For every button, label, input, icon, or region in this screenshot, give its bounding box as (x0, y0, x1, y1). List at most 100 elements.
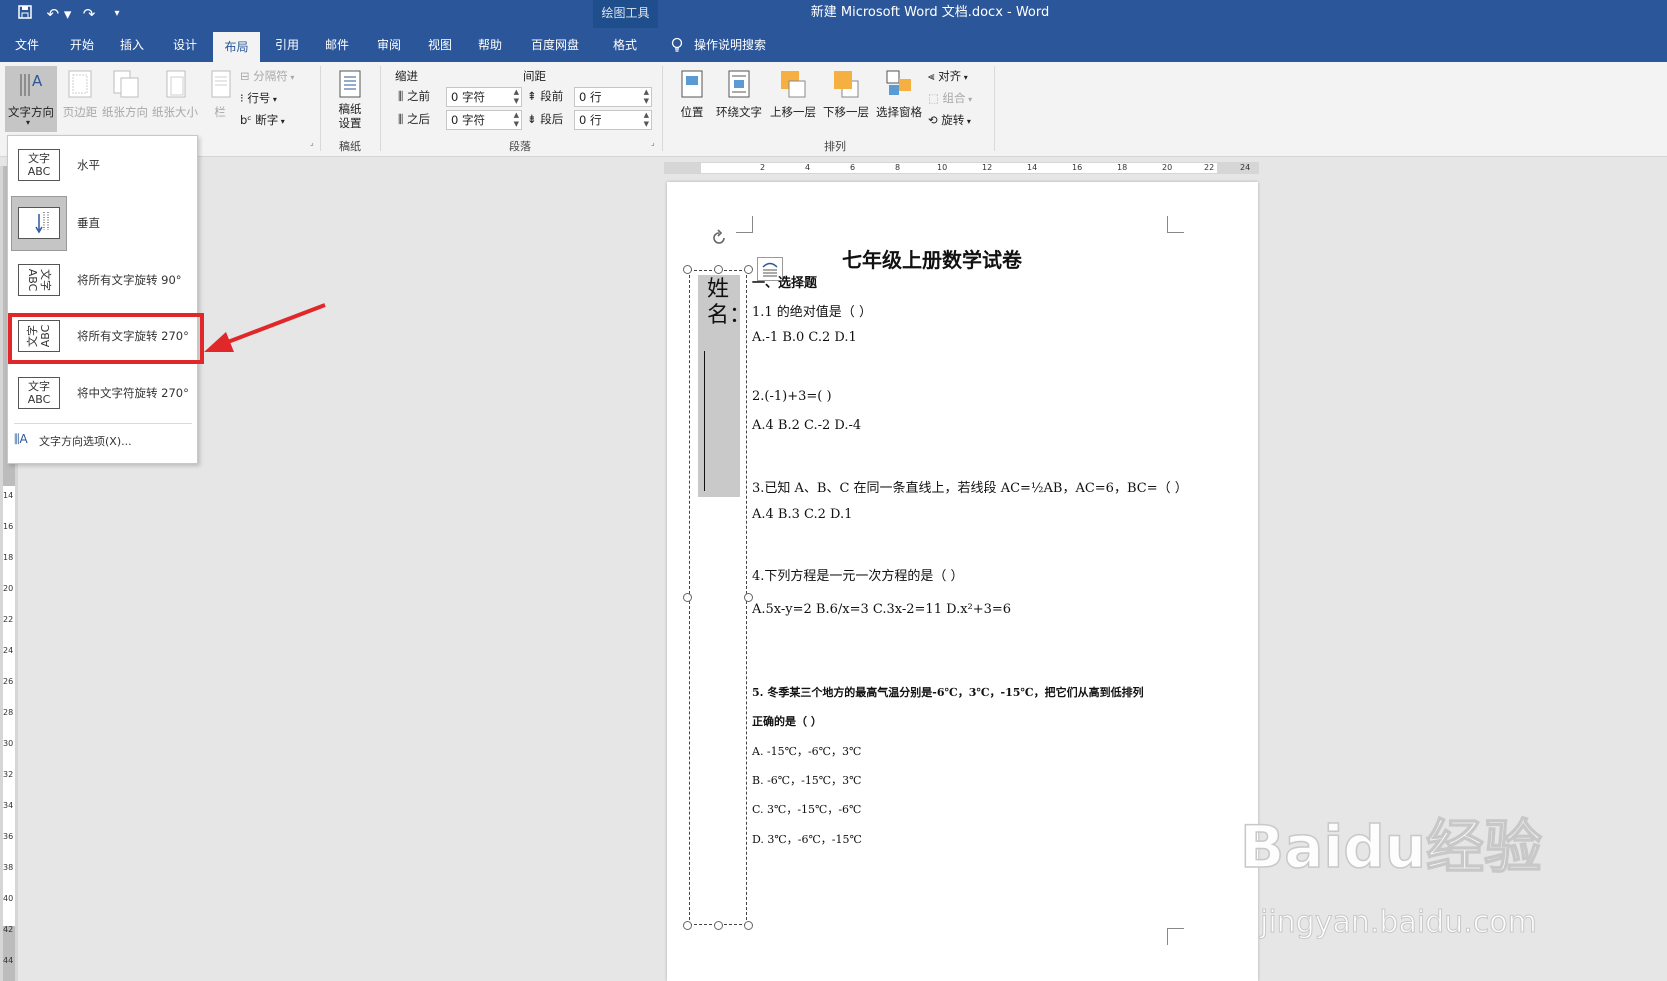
columns-icon (211, 70, 231, 98)
tab-mailings[interactable]: 邮件 (315, 28, 359, 62)
margin-mark-tl (736, 216, 753, 233)
manuscript-group-label: 稿纸 (339, 140, 361, 153)
margins-icon (68, 70, 92, 98)
text-direction-button[interactable]: A 文字方向 ▾ (5, 66, 57, 132)
tab-help[interactable]: 帮助 (468, 28, 512, 62)
hyphenation-icon: bᶜ (240, 113, 252, 127)
spacing-title: 间距 (523, 69, 546, 83)
indent-left-label: ⫼ 之前 (398, 89, 430, 103)
position-button[interactable]: 位置 (672, 66, 712, 132)
group-icon: ⬚ (928, 91, 939, 105)
breaks-button[interactable]: ⊟ 分隔符 ▾ (240, 68, 308, 86)
rotate-cjk-text-icon: 文字 ABC (18, 377, 60, 409)
align-button[interactable]: ⫷ 对齐 ▾ (928, 68, 988, 84)
bring-forward-button[interactable]: 上移一层 (767, 66, 819, 132)
tab-format[interactable]: 格式 (595, 28, 655, 62)
horizontal-text-icon: 文字 ABC (18, 149, 60, 181)
selection-pane-button[interactable]: 选择窗格 (873, 66, 925, 132)
wrap-text-icon (728, 70, 750, 98)
text-direction-options[interactable]: ⫼A 文字方向选项(X)... (9, 426, 197, 456)
tell-me-search[interactable]: 操作说明搜索 (694, 28, 766, 62)
resize-handle[interactable] (683, 593, 692, 602)
margins-button[interactable]: 页边距 (60, 66, 100, 132)
rotate-handle-icon[interactable] (709, 228, 729, 248)
tab-file[interactable]: 文件 (5, 28, 49, 62)
tab-design[interactable]: 设计 (163, 28, 207, 62)
wrap-text-button[interactable]: 环绕文字 (713, 66, 765, 132)
paragraph-group-label: 段落 (509, 140, 531, 153)
margin-mark-br (1167, 928, 1184, 945)
document-page[interactable]: 七年级上册数学试卷 姓名： 一、选择题 1.1 的绝对值是（ ） A.-1 B.… (667, 182, 1258, 981)
group-button[interactable]: ⬚ 组合 ▾ (928, 90, 988, 106)
document-title: 新建 Microsoft Word 文档.docx - Word (810, 5, 1050, 20)
size-icon (166, 70, 186, 98)
textbox-text: 姓名： (707, 277, 752, 328)
document-title-text: 七年级上册数学试卷 (842, 248, 1022, 272)
orientation-button[interactable]: 纸张方向 (100, 66, 150, 132)
tab-insert[interactable]: 插入 (110, 28, 154, 62)
answer-line: D. 3℃，-6℃，-15℃ (752, 833, 862, 846)
tab-baidu-netdisk[interactable]: 百度网盘 (520, 28, 590, 62)
ribbon: A 文字方向 ▾ 页边距 纸张方向 纸张大小 栏 ⊟ 分隔符 ▾ ⁝ 行号 ▾ … (0, 62, 1667, 157)
undo-icon[interactable]: ↶ ▾ (44, 4, 74, 24)
rotate-90-text-icon: 文字 ABC (18, 264, 60, 296)
tab-home[interactable]: 开始 (60, 28, 104, 62)
resize-handle[interactable] (714, 265, 723, 274)
vertical-textbox[interactable]: 姓名： (689, 270, 752, 925)
spacing-after-icon: ⇟ (527, 112, 537, 126)
indent-right-input[interactable]: 0 字符 ▲ ▼ (446, 110, 522, 130)
menu-item-horizontal[interactable]: 文字 ABC 水平 (9, 137, 197, 193)
highlight-box (8, 313, 204, 364)
tab-layout[interactable]: 布局 (213, 32, 260, 62)
spacing-before-input[interactable]: 0 行 ▲ ▼ (574, 87, 652, 107)
text-direction-options-icon: ⫼A (14, 432, 28, 446)
lightbulb-icon (670, 37, 686, 53)
customize-qat-icon[interactable]: ▾ (106, 4, 128, 24)
breaks-icon: ⊟ (240, 69, 250, 83)
save-icon[interactable] (14, 4, 36, 24)
resize-handle[interactable] (714, 921, 723, 930)
size-button[interactable]: 纸张大小 (150, 66, 200, 132)
hyphenation-button[interactable]: bᶜ 断字 ▾ (240, 112, 308, 130)
resize-handle[interactable] (683, 921, 692, 930)
resize-handle[interactable] (744, 921, 753, 930)
spacing-before-label: ⇞ 段前 (527, 89, 564, 103)
spacing-after-input[interactable]: 0 行 ▲ ▼ (574, 110, 652, 130)
spacing-before-icon: ⇞ (527, 89, 537, 103)
title-bar: ↶ ▾ ↷ ▾ 绘图工具 新建 Microsoft Word 文档.docx -… (0, 0, 1667, 28)
page-setup-launcher[interactable]: ⌟ (310, 138, 314, 147)
drawing-tools-context: 绘图工具 (593, 0, 658, 28)
tab-view[interactable]: 视图 (418, 28, 462, 62)
resize-handle[interactable] (683, 265, 692, 274)
send-backward-button[interactable]: 下移一层 (820, 66, 872, 132)
tab-review[interactable]: 审阅 (367, 28, 411, 62)
baidu-watermark: Baidu经验 (1239, 812, 1543, 882)
menu-item-vertical[interactable]: 垂直 (9, 195, 197, 251)
resize-handle[interactable] (744, 593, 753, 602)
spacing-after-label: ⇟ 段后 (527, 112, 564, 126)
text-direction-icon: A (17, 70, 47, 103)
horizontal-ruler-ticks: 2 4 6 8 10 12 14 16 18 20 22 24 (760, 163, 1251, 172)
margin-mark-tr (1167, 216, 1184, 233)
tab-references[interactable]: 引用 (265, 28, 309, 62)
question-line: 4.下列方程是一元一次方程的是（ ） (752, 569, 964, 584)
rotate-button[interactable]: ⟲ 旋转 ▾ (928, 112, 988, 128)
indent-left-icon: ⫼ (398, 89, 404, 103)
answer-line: B. -6℃，-15℃，3℃ (752, 774, 862, 787)
paragraph-launcher[interactable]: ⌟ (651, 138, 655, 147)
arrange-group-label: 排列 (824, 140, 846, 153)
menu-item-rotate-90[interactable]: 文字 ABC 将所有文字旋转 90° (9, 252, 197, 308)
manuscript-icon (339, 70, 361, 98)
redo-icon[interactable]: ↷ (78, 4, 100, 24)
indent-left-input[interactable]: 0 字符 ▲ ▼ (446, 87, 522, 107)
manuscript-settings-button[interactable]: 稿纸 设置 (330, 66, 370, 132)
indent-title: 缩进 (395, 69, 418, 83)
annotation-arrow (204, 303, 326, 352)
menu-item-rotate-cjk-270[interactable]: 文字 ABC 将中文字符旋转 270° (9, 365, 197, 421)
send-backward-icon (834, 71, 859, 98)
line-numbers-button[interactable]: ⁝ 行号 ▾ (240, 90, 308, 108)
columns-button[interactable]: 栏 (205, 66, 235, 132)
bring-forward-icon (781, 71, 806, 98)
text-direction-menu: 文字 ABC 水平 垂直 文字 ABC 将所有文字旋转 90° 文字 ABC 将… (7, 135, 198, 464)
menu-divider (14, 423, 192, 424)
